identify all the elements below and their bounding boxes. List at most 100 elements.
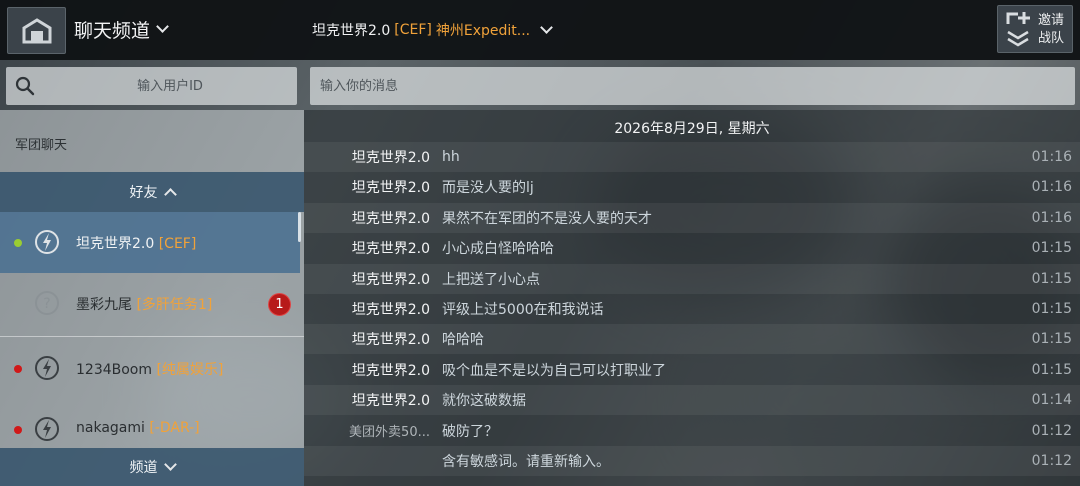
message-row: 坦克世界2.0 上把送了小心点 01:15: [304, 263, 1080, 294]
message-time: 01:12: [1031, 422, 1072, 439]
unread-badge: 1: [268, 293, 291, 316]
message-text: hh: [442, 149, 460, 165]
message-time: 01:12: [1031, 453, 1072, 469]
message-time: 01:15: [1031, 331, 1072, 348]
friend-item[interactable]: 坦克世界2.0 [CEF]: [0, 212, 300, 273]
divider: [0, 336, 304, 337]
friend-name-text: 1234Boom: [76, 362, 153, 378]
invite-platoon-button[interactable]: 邀请 战队: [997, 5, 1073, 53]
message-text: 吸个血是不是以为自己可以打职业了: [442, 362, 666, 379]
chevron-down-icon: [163, 458, 177, 471]
message-time: 01:15: [1031, 301, 1072, 317]
lightning-icon: [35, 356, 59, 380]
sidebar: 军团聊天 好友 坦克世界2.0 [CEF] ? 墨彩九尾 [多肝任务1] 1 1…: [0, 110, 304, 486]
message-row: 坦克世界2.0 哈哈哈 01:15: [304, 324, 1080, 355]
message-sender[interactable]: 坦克世界2.0: [352, 208, 430, 228]
message-text: 哈哈哈: [442, 332, 484, 349]
friend-name: nakagami [-DAR-]: [76, 420, 200, 436]
message-row: 坦克世界2.0 吸个血是不是以为自己可以打职业了 01:15: [304, 355, 1080, 385]
friend-name: 1234Boom [纯属娱乐]: [76, 359, 223, 379]
message-text: 上把送了小心点: [442, 271, 540, 288]
channel-selector[interactable]: 聊天频道: [74, 16, 169, 42]
friend-name: 墨彩九尾 [多肝任务1]: [76, 294, 212, 314]
message-row: 坦克世界2.0 就你这破数据 01:14: [304, 385, 1080, 416]
chevron-up-icon: [163, 187, 177, 201]
search-icon: [15, 76, 35, 96]
friend-name-text: 坦克世界2.0: [76, 236, 155, 252]
message-sender[interactable]: 坦克世界2.0: [352, 360, 430, 380]
message-sender[interactable]: 坦克世界2.0: [352, 238, 430, 258]
message-time: 01:15: [1031, 240, 1072, 257]
message-sender[interactable]: 坦克世界2.0: [352, 390, 430, 410]
invite-label: 邀请 战队: [1036, 12, 1066, 48]
conversation-name: 坦克世界2.0: [312, 23, 391, 39]
message-sender[interactable]: 美团外卖50...: [349, 421, 430, 440]
conversation-selector[interactable]: 坦克世界2.0 [CEF] 神州Expedit...: [312, 19, 553, 41]
message-sender[interactable]: 坦克世界2.0: [352, 329, 430, 349]
friend-name-text: 墨彩九尾: [76, 297, 132, 313]
friend-name-text: nakagami: [76, 420, 145, 436]
message-time: 01:16: [1031, 149, 1072, 165]
svg-text:?: ?: [43, 296, 50, 312]
message-time: 01:14: [1031, 392, 1072, 409]
conversation-tag: [CEF]: [394, 22, 432, 38]
question-icon: ?: [35, 291, 59, 315]
message-row: 坦克世界2.0 而是没人要的lj 01:16: [304, 172, 1080, 202]
message-sender[interactable]: 坦克世界2.0: [352, 147, 430, 167]
offline-status-dot: [14, 365, 22, 373]
message-text: 评级上过5000在和我说话: [442, 302, 604, 318]
friend-clan-tag: [纯属娱乐]: [156, 362, 224, 378]
message-sender[interactable]: 坦克世界2.0: [352, 299, 430, 319]
message-time: 01:15: [1031, 361, 1072, 378]
friend-item[interactable]: 1234Boom [纯属娱乐]: [0, 338, 300, 399]
conversation-subtitle: 神州Expedit...: [435, 23, 531, 39]
user-id-input[interactable]: [46, 67, 294, 105]
legion-chat-item[interactable]: 军团聊天: [0, 110, 304, 172]
message-text: 就你这破数据: [442, 393, 526, 410]
friends-header-label: 好友: [129, 185, 158, 201]
invite-label-line1: 邀请: [1037, 13, 1064, 28]
home-button[interactable]: [7, 7, 66, 54]
message-time: 01:15: [1031, 270, 1072, 287]
channels-section-header[interactable]: 频道: [0, 448, 304, 486]
lightning-icon: [35, 417, 59, 441]
chat-panel: 2026年8月29日, 星期六 坦克世界2.0 hh 01:16 坦克世界2.0 而是没…: [304, 110, 1080, 486]
user-search[interactable]: [6, 67, 297, 105]
channel-title: 聊天频道: [74, 19, 151, 42]
friend-clan-tag: [多肝任务1]: [136, 297, 213, 313]
online-status-dot: [14, 239, 22, 247]
message-row: 坦克世界2.0 果然不在军团的不是没人要的天才 01:16: [304, 202, 1080, 233]
legion-chat-label: 军团聊天: [15, 138, 68, 153]
message-row: 坦克世界2.0 hh 01:16: [304, 142, 1080, 172]
message-input[interactable]: [320, 67, 1070, 105]
lightning-icon: [35, 230, 59, 254]
message-sender[interactable]: 坦克世界2.0: [352, 177, 430, 197]
message-text: 而是没人要的lj: [442, 180, 534, 197]
message-time: 01:16: [1031, 209, 1072, 226]
friend-clan-tag: [-DAR-]: [149, 420, 200, 436]
message-text: 果然不在军团的不是没人要的天才: [442, 210, 652, 227]
friends-scrollbar[interactable]: [298, 212, 301, 242]
chevron-down-icon: [156, 20, 169, 33]
invite-platoon-icon: [1006, 12, 1030, 47]
message-input-box[interactable]: [310, 67, 1075, 105]
top-bar: 聊天频道 坦克世界2.0 [CEF] 神州Expedit... 邀请 战队: [0, 0, 1080, 60]
message-row: 美团外卖50... 破防了？ 01:12: [304, 416, 1080, 446]
message-row: 坦克世界2.0 小心成白怪哈哈哈 01:15: [304, 233, 1080, 263]
message-row: 坦克世界2.0 评级上过5000在和我说话 01:15: [304, 294, 1080, 324]
invite-label-line2: 战队: [1037, 31, 1064, 46]
message-time: 01:16: [1031, 179, 1072, 196]
message-sender[interactable]: 坦克世界2.0: [352, 269, 430, 289]
message-text: 小心成白怪哈哈哈: [442, 241, 554, 258]
friend-item[interactable]: ? 墨彩九尾 [多肝任务1] 1: [0, 273, 300, 334]
message-row: 含有敏感词。请重新输入。 01:12: [304, 446, 1080, 476]
offline-status-dot: [14, 426, 22, 434]
friend-name: 坦克世界2.0 [CEF]: [76, 233, 196, 253]
friends-section-header[interactable]: 好友: [0, 172, 304, 212]
date-header: 2026年8月29日, 星期六: [614, 121, 770, 137]
message-text: 含有敏感词。请重新输入。: [442, 454, 610, 470]
garage-icon: [22, 17, 51, 43]
chevron-down-icon: [540, 21, 553, 34]
friend-clan-tag: [CEF]: [158, 236, 197, 252]
channels-header-label: 频道: [129, 460, 158, 476]
